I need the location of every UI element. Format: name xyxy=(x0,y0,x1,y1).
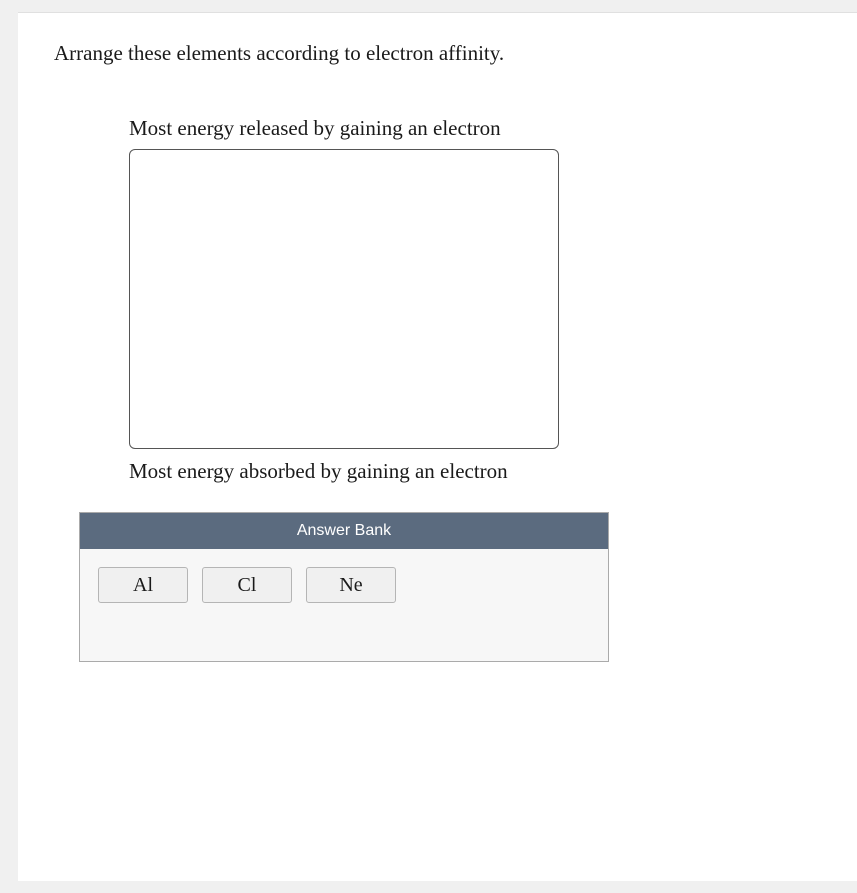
ranking-top-label: Most energy released by gaining an elect… xyxy=(129,116,821,141)
element-tile-al[interactable]: Al xyxy=(98,567,188,603)
question-prompt: Arrange these elements according to elec… xyxy=(54,41,821,66)
answer-bank: Answer Bank Al Cl Ne xyxy=(79,512,609,662)
ranking-drop-zone[interactable] xyxy=(129,149,559,449)
ranking-section: Most energy released by gaining an elect… xyxy=(129,116,821,484)
element-tile-cl[interactable]: Cl xyxy=(202,567,292,603)
answer-bank-header: Answer Bank xyxy=(80,513,608,549)
answer-bank-body: Al Cl Ne xyxy=(80,549,608,661)
content-panel: Arrange these elements according to elec… xyxy=(18,12,857,881)
element-tile-ne[interactable]: Ne xyxy=(306,567,396,603)
ranking-bottom-label: Most energy absorbed by gaining an elect… xyxy=(129,459,821,484)
